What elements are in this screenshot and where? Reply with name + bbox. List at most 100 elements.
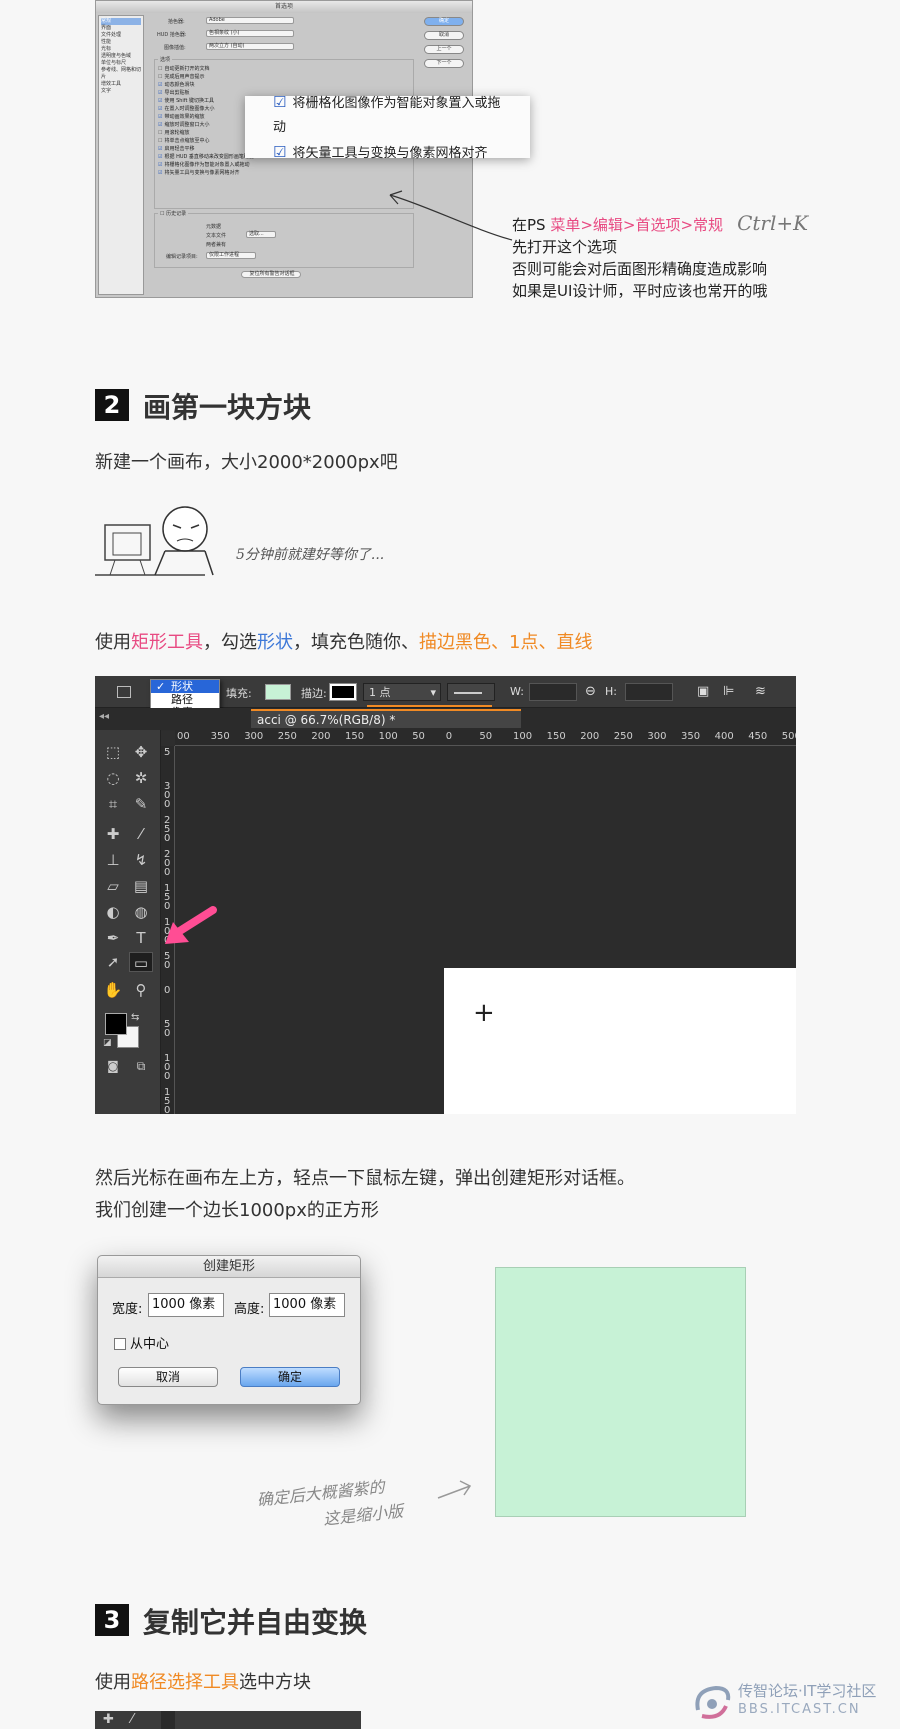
from-center-checkbox[interactable]: 从中心	[114, 1333, 169, 1352]
stamp-tool-icon[interactable]: ⊥	[101, 850, 125, 870]
prefs-category-item[interactable]: 性能	[101, 39, 141, 46]
prefs-category-item[interactable]: 常规	[101, 18, 141, 25]
prefs-option-checkbox[interactable]: 缩放时调整窗口大小	[158, 121, 209, 128]
type-tool-icon[interactable]: T	[129, 928, 153, 948]
next-button[interactable]: 下一个	[424, 59, 464, 68]
mode-option-shape[interactable]: ✓ 形状	[151, 680, 219, 693]
ruler-tick-label: 350	[210, 731, 230, 742]
dodge-tool-icon[interactable]: ◍	[129, 902, 153, 922]
quick-mask-icon[interactable]: ◙	[101, 1056, 125, 1076]
collapse-icon[interactable]: ◂◂	[99, 711, 109, 722]
prefs-category-item[interactable]: 光标	[101, 46, 141, 53]
prefs-category-item[interactable]: 界面	[101, 25, 141, 32]
cancel-button[interactable]: 取消	[118, 1367, 218, 1387]
width-input[interactable]	[529, 683, 577, 701]
rectangle-tool-icon[interactable]: ▭	[129, 952, 153, 972]
para-text-b: 选中方块	[239, 1672, 311, 1693]
history-brush-icon[interactable]: ↯	[129, 850, 153, 870]
path-selection-tool-label: 路径选择工具	[131, 1672, 239, 1693]
prefs-option-checkbox[interactable]: 在置入时调整图像大小	[158, 105, 214, 112]
height-input[interactable]	[625, 683, 673, 701]
options-bar: 填充: 描边: 1 点▾ W: ⊖ H: ▣ ⊫ ≋ ✓形状 路径 像素	[95, 676, 796, 723]
note-line3: 否则可能会对后面图形精确度造成影响	[512, 260, 768, 278]
prefs-option-checkbox[interactable]: 根据 HUD 垂直移动来改变圆形画笔硬度	[158, 153, 253, 160]
prefs-option-checkbox[interactable]: 带动画效果的缩放	[158, 113, 204, 120]
history-checkbox[interactable]: ☐ 历史记录	[158, 210, 189, 217]
prefs-option-checkbox[interactable]: 将矢量工具与变换与像素网格对齐	[158, 169, 239, 176]
prefs-category-item[interactable]: 增效工具	[101, 81, 141, 88]
crop-tool-icon[interactable]: ⌗	[101, 794, 125, 814]
history-choose-button[interactable]: 选取...	[246, 231, 276, 238]
link-icon[interactable]: ⊖	[585, 684, 596, 699]
foreground-color-swatch[interactable]	[105, 1013, 127, 1035]
prefs-option-checkbox[interactable]: 用滚轮缩放	[158, 129, 189, 136]
para2-stroke: 描边黑色、1点、直线	[419, 632, 593, 653]
prefs-option-checkbox[interactable]: 动态颜色滑块	[158, 81, 194, 88]
screen-mode-icon[interactable]: ⧉	[129, 1056, 153, 1076]
prefs-option-checkbox[interactable]: 启用轻击平移	[158, 145, 194, 152]
path-operations-icon[interactable]: ▣	[697, 684, 709, 699]
history-opt-both[interactable]: 两者兼有	[206, 241, 226, 248]
blur-tool-icon[interactable]: ◐	[101, 902, 125, 922]
tools-panel: ⬚ ✥ ◌ ✲ ⌗ ✎ ✚ ⁄ ⊥ ↯ ▱ ▤ ◐ ◍ ✒ T ➚ ▭ ✋ ⚲ …	[95, 730, 161, 1114]
document-canvas[interactable]	[444, 968, 796, 1114]
prefs-category-item[interactable]: 单位与标尺	[101, 60, 141, 67]
marquee-tool-icon[interactable]: ⬚	[101, 742, 125, 762]
fill-swatch[interactable]	[265, 684, 291, 700]
lasso-tool-icon[interactable]: ◌	[101, 768, 125, 788]
brush-tool-icon: ⁄	[131, 1712, 134, 1727]
width-field[interactable]: 1000 像素	[148, 1293, 224, 1317]
ok-button[interactable]: 确定	[240, 1367, 340, 1387]
prefs-option-checkbox[interactable]: 将栅格化图像作为智能对象置入或拖动	[158, 161, 249, 168]
eyedropper-icon[interactable]: ✎	[129, 794, 153, 814]
eraser-tool-icon[interactable]: ▱	[101, 876, 125, 896]
hud-picker-select[interactable]: 色相条纹 (小)	[206, 30, 294, 37]
hand-tool-icon[interactable]: ✋	[101, 980, 125, 1000]
zoom-option-rasterize: 将栅格化图像作为智能对象置入或拖动	[273, 90, 502, 140]
prefs-option-checkbox[interactable]: 使用 Shift 键切换工具	[158, 97, 214, 104]
picker-select[interactable]: Adobe	[206, 17, 294, 24]
prefs-option-checkbox[interactable]: 自动更新打开的文档	[158, 65, 209, 72]
path-selection-tool-icon[interactable]: ➚	[101, 952, 125, 972]
prev-button[interactable]: 上一个	[424, 45, 464, 54]
ok-button[interactable]: 确定	[424, 17, 464, 26]
gradient-tool-icon[interactable]: ▤	[129, 876, 153, 896]
cancel-button[interactable]: 取消	[424, 31, 464, 40]
prefs-category-item[interactable]: 文件处理	[101, 32, 141, 39]
prefs-category-item[interactable]: 文字	[101, 88, 141, 95]
para2-text-b: ，勾选	[203, 632, 257, 653]
swap-colors-icon[interactable]: ⇆	[131, 1012, 139, 1023]
path-arrangement-icon[interactable]: ≋	[755, 684, 766, 699]
prefs-note: 在PS 菜单>编辑>首选项>常规 Ctrl+K 先打开这个选项 否则可能会对后面图…	[512, 212, 808, 302]
history-edit-select[interactable]: 仅限工作进程	[206, 252, 256, 259]
hand-arrow-icon	[437, 1480, 472, 1499]
prefs-option-checkbox[interactable]: 完成后用声音提示	[158, 73, 204, 80]
callout-arrow	[389, 190, 513, 241]
height-field[interactable]: 1000 像素	[269, 1293, 345, 1317]
path-alignment-icon[interactable]: ⊫	[723, 684, 734, 699]
prefs-category-item[interactable]: 透明度与色域	[101, 53, 141, 60]
reset-warnings-button[interactable]: 复位所有警告对话框	[241, 271, 301, 278]
history-opt-textfile[interactable]: 文本文件	[206, 232, 226, 239]
healing-brush-icon[interactable]: ✚	[101, 824, 125, 844]
move-tool-icon[interactable]: ✥	[129, 742, 153, 762]
prefs-option-checkbox[interactable]: 将单击点缩放至中心	[158, 137, 209, 144]
pen-tool-icon[interactable]: ✒	[101, 928, 125, 948]
history-opt-metadata[interactable]: 元数据	[206, 223, 221, 230]
stroke-swatch[interactable]	[329, 683, 357, 701]
mode-option-path[interactable]: 路径	[151, 693, 219, 706]
rect-tool-preset-icon[interactable]	[117, 686, 131, 698]
default-colors-icon[interactable]: ◪	[103, 1038, 112, 1048]
magic-wand-icon[interactable]: ✲	[129, 768, 153, 788]
zoom-option-snap: 将矢量工具与变换与像素网格对齐	[273, 140, 502, 166]
prefs-category-item[interactable]: 参考线、网格和切片	[101, 67, 141, 81]
ruler-tick-label: 1 0 0	[164, 1053, 171, 1082]
prefs-option-checkbox[interactable]: 导出剪贴板	[158, 89, 189, 96]
stroke-type-select[interactable]	[447, 683, 495, 701]
document-tab[interactable]: acci @ 66.7%(RGB/8) *	[251, 709, 521, 728]
para2-text-c: ，填充色随你、	[293, 632, 419, 653]
interpolation-select[interactable]: 两次立方 (自动)	[206, 43, 294, 50]
zoom-tool-icon[interactable]: ⚲	[129, 980, 153, 1000]
stroke-size-select[interactable]: 1 点 ▾	[363, 683, 441, 701]
brush-tool-icon[interactable]: ⁄	[129, 824, 153, 844]
